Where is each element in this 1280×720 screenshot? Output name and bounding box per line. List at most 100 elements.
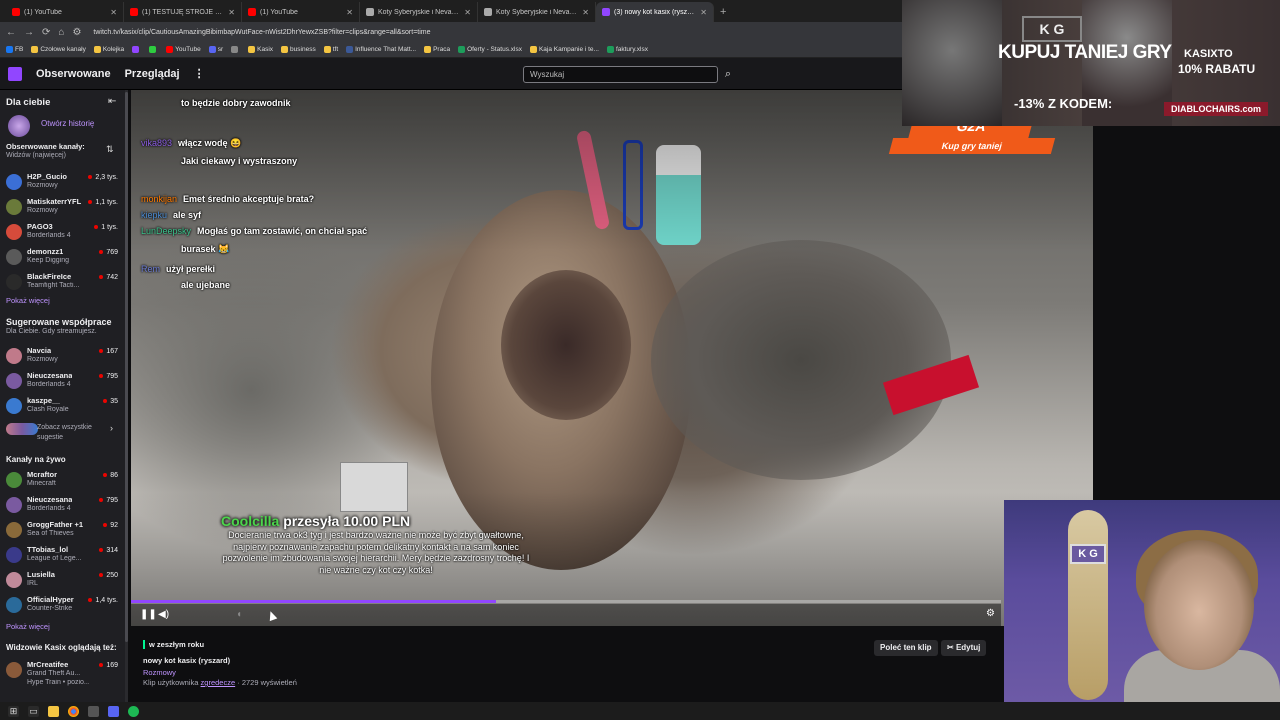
- volume-icon[interactable]: ◀): [158, 609, 169, 620]
- obs-icon[interactable]: [88, 705, 99, 717]
- sidebar-channel[interactable]: H2P_Gucio Rozmowy 2,3 tys.: [0, 170, 128, 194]
- bookmark-icon: [346, 46, 354, 53]
- sidebar-scroll-thumb[interactable]: [125, 92, 128, 642]
- bookmark-item[interactable]: Kolejka: [93, 46, 124, 53]
- avatar: [6, 597, 22, 613]
- channel-name: GroggFather +1: [27, 520, 84, 529]
- bookmark-item[interactable]: Oferty - Status.xlsx: [458, 46, 522, 53]
- bookmark-icon: [6, 46, 13, 53]
- bookmark-item[interactable]: Kaja Kampanie i te...: [529, 46, 599, 53]
- bookmark-item[interactable]: Praca: [424, 46, 450, 53]
- volume-slider-icon[interactable]: ◖: [236, 609, 242, 620]
- scissors-icon: ✂: [947, 643, 956, 652]
- sidebar-channel[interactable]: Mcraftor Minecraft 86: [0, 468, 128, 492]
- bookmark-item[interactable]: [231, 46, 240, 53]
- clip-category-link[interactable]: Rozmowy: [143, 668, 176, 677]
- see-all-suggestions-link[interactable]: Zobacz wszystkie sugestie: [37, 423, 105, 443]
- bookmark-item[interactable]: sr: [208, 46, 223, 53]
- search-icon[interactable]: ⌕: [719, 66, 737, 83]
- sort-icon[interactable]: ⇅: [106, 144, 114, 155]
- windows-start-icon[interactable]: ⊞: [8, 705, 19, 717]
- close-tab-icon[interactable]: ✕: [700, 8, 707, 17]
- show-more-followed-link[interactable]: Pokaż więcej: [6, 296, 50, 305]
- channel-game: Counter-Strike: [27, 605, 73, 612]
- pause-icon[interactable]: ❚❚: [140, 609, 157, 620]
- twitch-logo-icon[interactable]: [8, 66, 22, 81]
- search-input[interactable]: Wyszukaj: [523, 66, 718, 83]
- nav-followed-link[interactable]: Obserwowane: [36, 68, 111, 80]
- file-explorer-icon[interactable]: [48, 705, 59, 717]
- sidebar-channel[interactable]: Navcia Rozmowy 167: [0, 344, 128, 368]
- close-tab-icon[interactable]: ✕: [464, 8, 471, 17]
- settings-icon[interactable]: ⚙: [986, 608, 995, 619]
- bookmark-item[interactable]: Czołowe kanały: [31, 46, 86, 53]
- browser-tab[interactable]: (1) YouTube ✕: [6, 2, 124, 22]
- bookmark-label: tft: [332, 46, 339, 53]
- chrome-icon[interactable]: [68, 705, 79, 717]
- sidebar-channel[interactable]: OfficialHyper Counter-Strike 1,4 tys.: [0, 593, 128, 617]
- channel-name: demonzz1: [27, 247, 64, 256]
- browser-tab[interactable]: (1) TESTUJĘ STROJE KĄPIELOW✕: [124, 2, 242, 22]
- site-info-icon[interactable]: ⚙: [72, 27, 81, 38]
- sidebar-channel[interactable]: MatiskaterrYFL Rozmowy 1,1 tys.: [0, 195, 128, 219]
- new-tab-icon[interactable]: +: [714, 2, 732, 22]
- donation-donor: Coolcilla: [221, 513, 280, 529]
- open-history-link[interactable]: Otwórz historię: [41, 119, 94, 128]
- edit-clip-button[interactable]: ✂ Edytuj: [941, 640, 987, 656]
- browser-tab[interactable]: Koty Syberyjskie i Neva Masqu ✕: [478, 2, 596, 22]
- channel-name: TTobias_lol: [27, 545, 69, 554]
- sidebar-channel[interactable]: demonzz1 Keep Digging 769: [0, 245, 128, 269]
- sidebar-channel[interactable]: Lusiella IRL 250: [0, 568, 128, 592]
- task-view-icon[interactable]: ▭: [28, 705, 39, 717]
- sidebar-channel[interactable]: Nieuczesana Borderlands 4 795: [0, 369, 128, 393]
- clip-creator-link[interactable]: zgredecze: [201, 678, 236, 687]
- bookmark-item[interactable]: [149, 46, 158, 53]
- bookmark-item[interactable]: tft: [323, 46, 339, 53]
- close-tab-icon[interactable]: ✕: [582, 8, 589, 17]
- chat-message: LunDeepsky Mogłaś go tam zostawić, on chc…: [141, 226, 367, 236]
- browser-tab[interactable]: (1) YouTube ✕: [242, 2, 360, 22]
- sidebar-channel[interactable]: kaszpe__ Clash Royale 35: [0, 394, 128, 418]
- show-more-live-link[interactable]: Pokaż więcej: [6, 622, 50, 631]
- browser-tab[interactable]: (3) nowy kot kasix (ryszard) ✕: [596, 2, 714, 22]
- sidebar-channel[interactable]: GroggFather +1 Sea of Thieves 92: [0, 518, 128, 542]
- video-player[interactable]: to będzie dobry zawodnik vika893 włącz wod…: [131, 90, 1093, 626]
- reload-icon[interactable]: ⟳: [42, 27, 50, 38]
- more-menu-icon[interactable]: ⋮: [194, 67, 205, 80]
- close-tab-icon[interactable]: ✕: [346, 8, 353, 17]
- viewer-count: 169: [99, 662, 118, 669]
- home-icon[interactable]: ⌂: [58, 27, 64, 38]
- back-icon[interactable]: ←: [6, 27, 16, 38]
- chevron-right-icon[interactable]: ›: [110, 423, 113, 433]
- channel-game: Borderlands 4: [27, 505, 71, 512]
- bookmark-item[interactable]: Influence That Matt...: [346, 46, 416, 53]
- close-tab-icon[interactable]: ✕: [228, 8, 235, 17]
- discord-icon[interactable]: [108, 705, 119, 717]
- bookmark-item[interactable]: Kasix: [248, 46, 273, 53]
- bookmark-label: faktury.xlsx: [615, 46, 648, 53]
- close-tab-icon[interactable]: ✕: [110, 8, 117, 17]
- collapse-sidebar-icon[interactable]: ⇤: [108, 96, 116, 107]
- spotify-icon[interactable]: [128, 705, 139, 717]
- bookmark-item[interactable]: FB: [6, 46, 23, 53]
- bookmark-item[interactable]: [132, 46, 141, 53]
- forward-icon[interactable]: →: [24, 27, 34, 38]
- share-clip-button[interactable]: Poleć ten klip: [874, 640, 938, 656]
- browser-tab[interactable]: Koty Syberyjskie i Neva Masqu ✕: [360, 2, 478, 22]
- nav-browse-link[interactable]: Przeglądaj: [125, 68, 180, 80]
- bookmark-item[interactable]: faktury.xlsx: [606, 46, 648, 53]
- sidebar-channel[interactable]: TTobias_lol League of Lege... 314: [0, 543, 128, 567]
- address-bar[interactable]: twitch.tv/kasix/clip/CautiousAmazingBibi…: [93, 29, 430, 36]
- sidebar-channel[interactable]: Nieuczesana Borderlands 4 795: [0, 493, 128, 517]
- sidebar-channel[interactable]: BlackFireIce Teamfight Tacti... 742: [0, 270, 128, 294]
- sidebar-channel[interactable]: MrCreatifee Grand Theft Au... 169 Hype Trai…: [0, 658, 128, 686]
- chat-username: kiepku: [141, 210, 168, 220]
- channel-game: Clash Royale: [27, 406, 69, 413]
- chair-image: [902, 0, 1002, 126]
- avatar: [6, 398, 22, 414]
- channel-name: PAGO3: [27, 222, 53, 231]
- clip-date: w zeszłym roku: [143, 640, 204, 649]
- bookmark-item[interactable]: business: [281, 46, 316, 53]
- sidebar-channel[interactable]: PAGO3 Borderlands 4 1 tys.: [0, 220, 128, 244]
- bookmark-item[interactable]: YouTube: [166, 46, 201, 53]
